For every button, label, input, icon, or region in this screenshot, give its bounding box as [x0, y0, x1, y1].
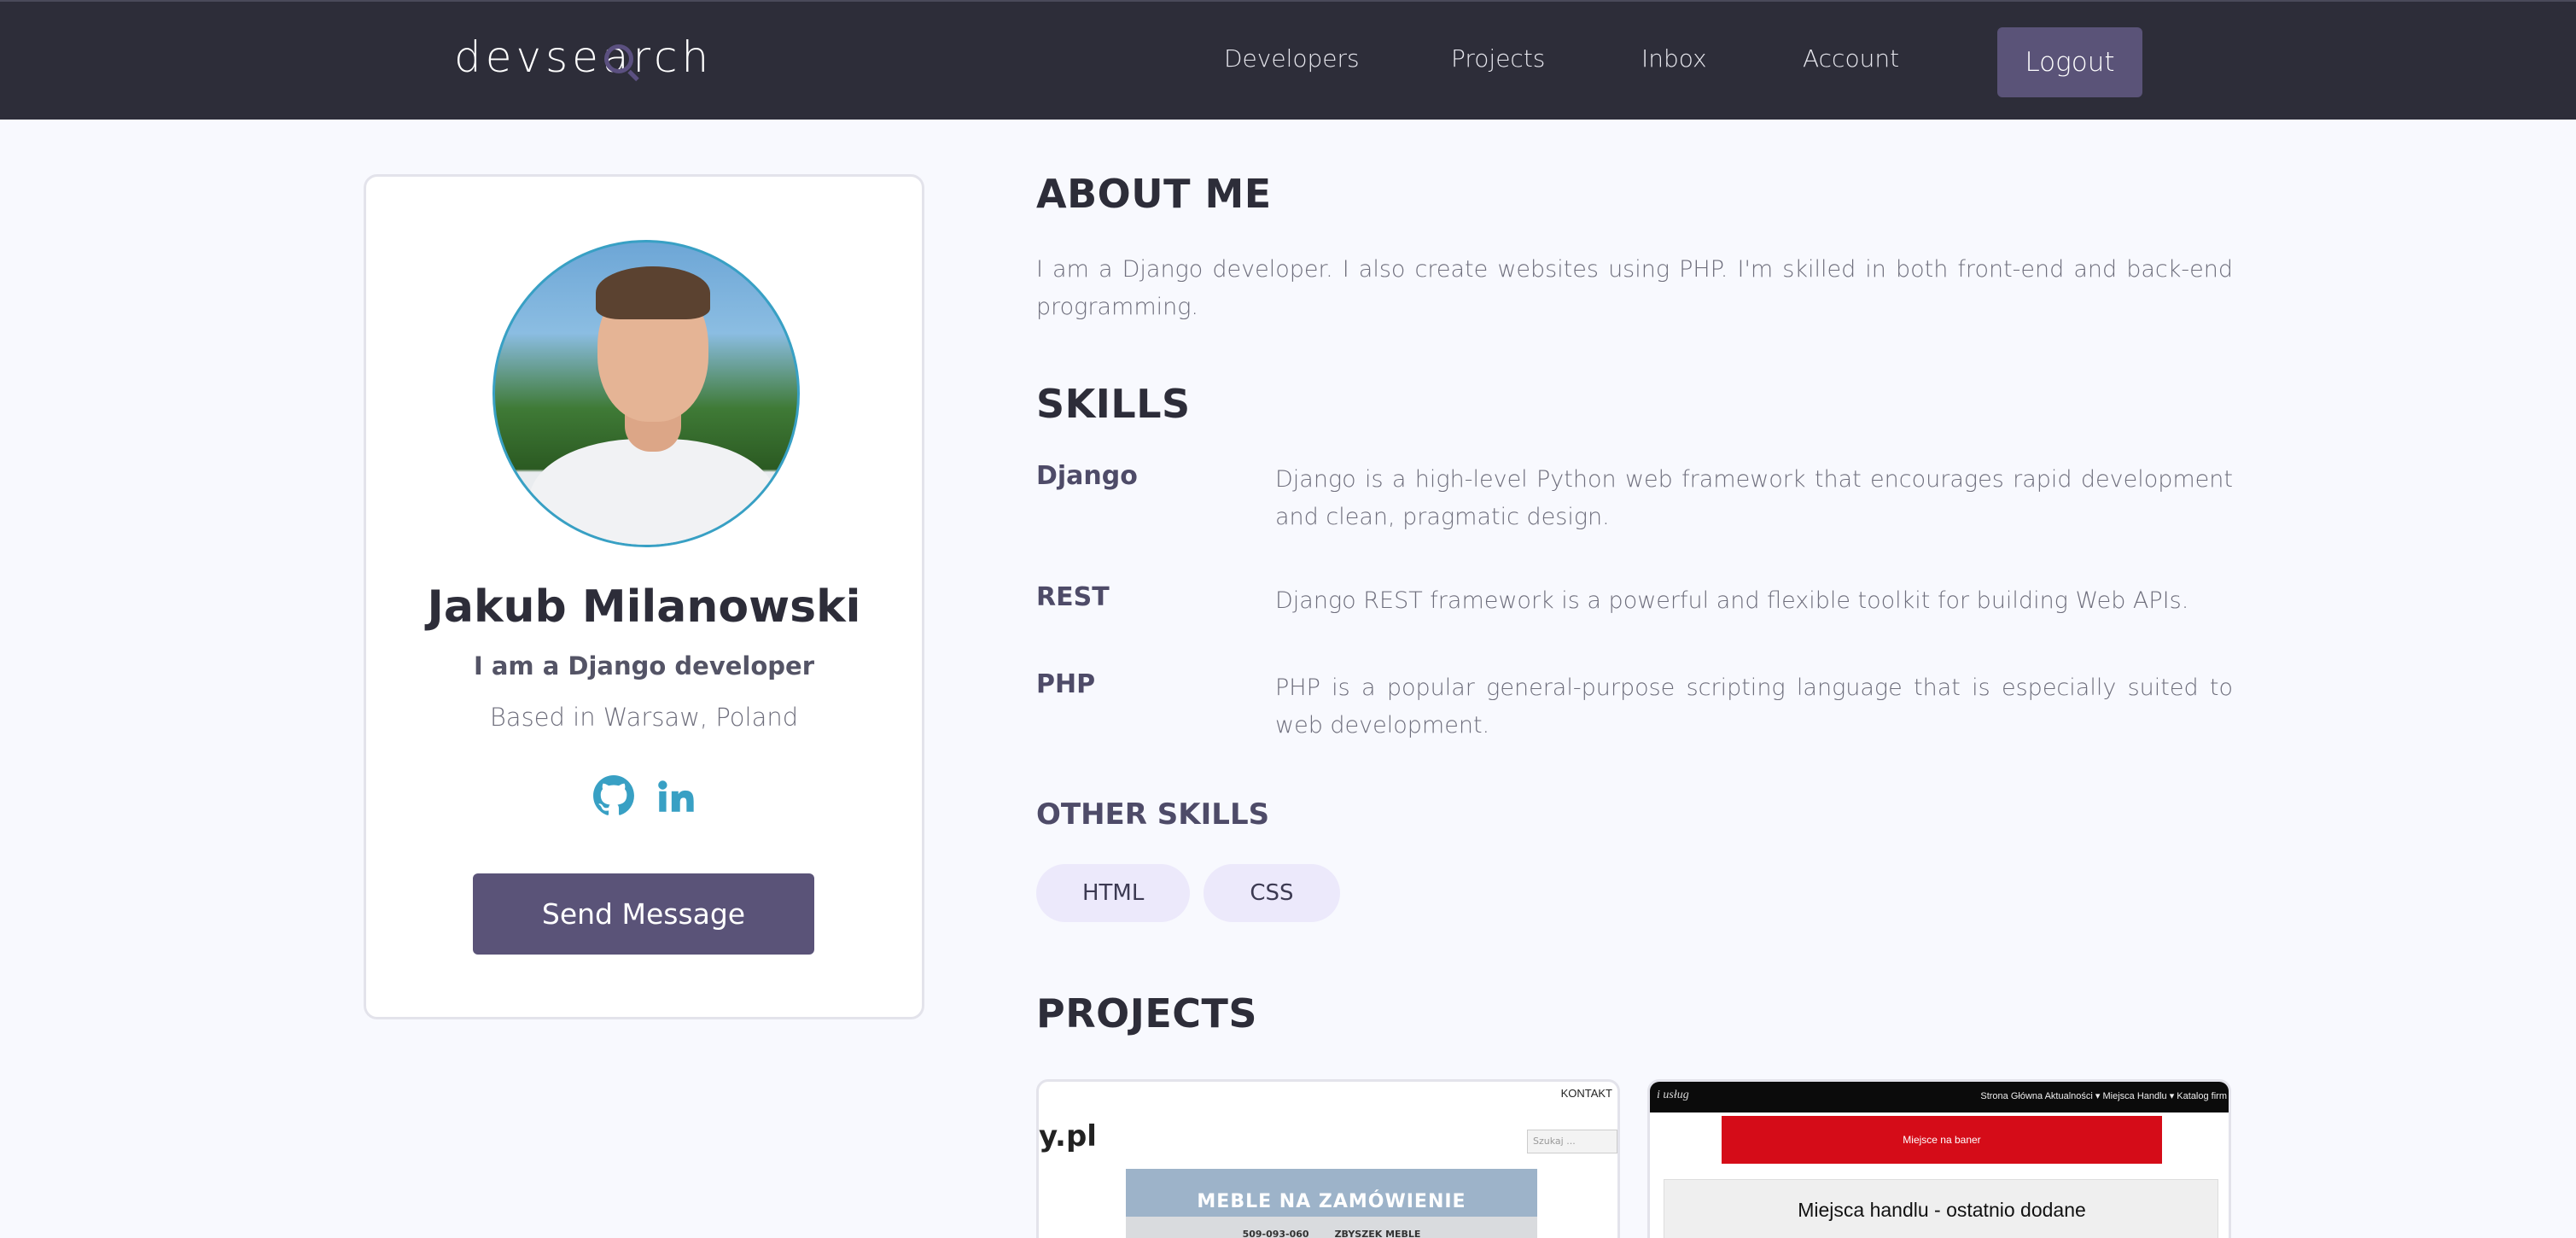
project-thumb-logo: i usług [1657, 1089, 1689, 1101]
linkedin-icon[interactable] [654, 774, 696, 817]
project-card-1[interactable]: KONTAKT y.pl Szukaj ... MEBLE NA ZAMÓWIE… [1036, 1079, 1620, 1238]
projects-title: PROJECTS [1036, 990, 1258, 1037]
project-thumb-phone: 509-093-060 [1242, 1228, 1309, 1238]
about-text: I am a Django developer. I also create w… [1036, 256, 2233, 320]
skill-tag-css: CSS [1203, 864, 1340, 922]
project-thumb-kontakt: KONTAKT [1560, 1087, 1612, 1100]
project-thumb-search: Szukaj ... [1527, 1130, 1617, 1153]
project-card-2[interactable]: i usług Strona Główna Aktualności ▾ Miej… [1647, 1079, 2231, 1238]
project-thumb-box-title: Miejsca handlu - ostatnio dodane [1798, 1199, 2086, 1221]
skills-title: SKILLS [1036, 381, 1191, 427]
project-thumb-navbar: i usług Strona Główna Aktualności ▾ Miej… [1650, 1082, 2229, 1112]
magnifier-icon [603, 44, 633, 73]
project-thumb-box: Miejsca handlu - ostatnio dodane [1664, 1179, 2218, 1238]
logo-text-end: rch [632, 32, 714, 82]
nav-inbox[interactable]: Inbox [1641, 44, 1707, 73]
other-skills-title: OTHER SKILLS [1036, 797, 1270, 832]
skill-row: PHP PHP is a popular general-purpose scr… [1036, 669, 2233, 745]
developer-location: Based in Warsaw, Poland [489, 703, 799, 732]
about-title: ABOUT ME [1036, 171, 1272, 217]
skill-row: REST Django REST framework is a powerful… [1036, 582, 2233, 620]
project-thumb-brand: y.pl [1039, 1119, 1097, 1153]
avatar-hair [596, 266, 710, 319]
developer-name: Jakub Milanowski [427, 581, 861, 633]
logo-magnifier: a [603, 32, 633, 82]
logo-text-start: devse [454, 32, 603, 82]
project-thumb-banner: MEBLE NA ZAMÓWIENIE 509-093-060 ZBYSZEK … [1126, 1169, 1537, 1238]
project-thumb-banner-sub: 509-093-060 ZBYSZEK MEBLE [1126, 1217, 1537, 1238]
project-thumb-banner-title: MEBLE NA ZAMÓWIENIE [1197, 1191, 1466, 1212]
project-thumb-red-banner: Miejsce na baner [1722, 1116, 2162, 1164]
skill-name: PHP [1036, 669, 1096, 699]
profile-card: Jakub Milanowski I am a Django developer… [364, 174, 924, 1019]
top-navbar: devse a rch Developers Projects Inbox Acco… [0, 0, 2576, 120]
social-links [366, 774, 922, 817]
nav-developers[interactable]: Developers [1224, 44, 1360, 73]
skill-name: REST [1036, 582, 1110, 612]
skill-tag-html: HTML [1036, 864, 1191, 922]
skill-name: Django [1036, 461, 1138, 491]
avatar-shirt [529, 439, 777, 545]
skill-description: PHP is a popular general-purpose scripti… [1275, 674, 2233, 739]
nav-account[interactable]: Account [1803, 44, 1899, 73]
other-skills-tags: HTML CSS [1036, 864, 1340, 922]
logout-button[interactable]: Logout [1997, 27, 2142, 97]
github-icon[interactable] [592, 774, 635, 817]
avatar [492, 240, 800, 547]
skill-description: Django is a high-level Python web framew… [1275, 466, 2233, 530]
skill-row: Django Django is a high-level Python web… [1036, 461, 2233, 536]
skill-description: Django REST framework is a powerful and … [1275, 587, 2189, 614]
developer-headline: I am a Django developer [473, 651, 815, 680]
nav-projects[interactable]: Projects [1451, 44, 1545, 73]
send-message-button[interactable]: Send Message [473, 873, 814, 955]
project-thumb-menu: Strona Główna Aktualności ▾ Miejsca Hand… [1980, 1091, 2227, 1101]
project-thumb-owner: ZBYSZEK MEBLE [1334, 1228, 1421, 1238]
devsearch-logo[interactable]: devse a rch [454, 32, 713, 82]
